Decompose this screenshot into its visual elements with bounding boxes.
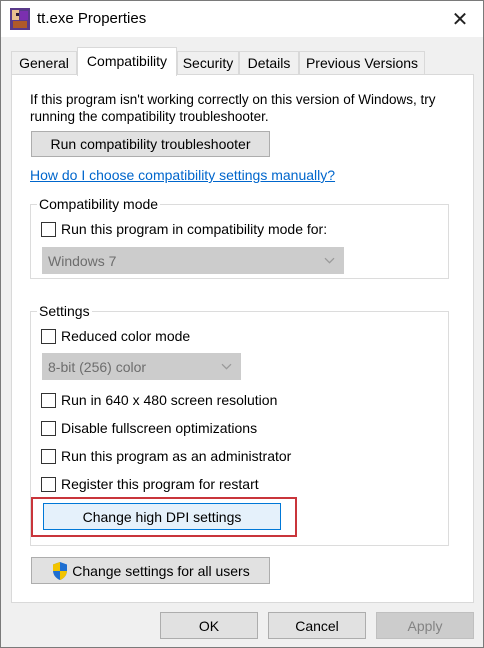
checkbox-label: Disable fullscreen optimizations — [61, 420, 258, 436]
button-label: OK — [198, 617, 220, 634]
tab-label: Details — [247, 55, 291, 71]
title-bar: tt.exe Properties ✕ — [1, 1, 483, 37]
intro-text: If this program isn't working correctly … — [30, 92, 436, 124]
change-dpi-button[interactable]: Change high DPI settings — [43, 503, 281, 530]
reduced-color-row[interactable]: Reduced color mode — [41, 328, 190, 344]
checkbox-label: Run this program as an administrator — [61, 448, 292, 464]
change-all-users-button[interactable]: Change settings for all users — [31, 557, 270, 584]
select-value: 8-bit (256) color — [48, 358, 147, 375]
resolution-640-row[interactable]: Run in 640 x 480 screen resolution — [41, 392, 277, 408]
compatibility-mode-group: Compatibility mode Run this program in c… — [30, 196, 449, 279]
manual-settings-link[interactable]: How do I choose compatibility settings m… — [30, 167, 335, 183]
select-value: Windows 7 — [48, 252, 117, 269]
compat-mode-checkbox-row[interactable]: Run this program in compatibility mode f… — [41, 221, 327, 237]
run-as-admin-checkbox[interactable] — [41, 448, 56, 464]
chevron-down-icon — [324, 257, 335, 264]
tab-general[interactable]: General — [11, 51, 77, 75]
chevron-down-icon — [221, 363, 232, 370]
button-label: Apply — [407, 617, 443, 634]
checkbox-label: Reduced color mode — [61, 328, 191, 344]
tab-label: Security — [182, 55, 234, 71]
register-restart-row[interactable]: Register this program for restart — [41, 476, 259, 492]
button-label: Cancel — [295, 617, 339, 634]
tab-label: Compatibility — [86, 53, 168, 69]
disable-fullscreen-row[interactable]: Disable fullscreen optimizations — [41, 420, 257, 436]
tab-label: Previous Versions — [305, 55, 419, 71]
group-label: Settings — [37, 303, 92, 319]
settings-group: Settings Reduced color mode 8-bit (256) … — [30, 303, 449, 546]
disable-fullscreen-checkbox[interactable] — [41, 420, 56, 436]
uac-shield-icon — [53, 561, 68, 580]
button-label: Change settings for all users — [72, 562, 250, 579]
checkbox-label: Run in 640 x 480 screen resolution — [61, 392, 278, 408]
compat-mode-checkbox[interactable] — [41, 221, 56, 237]
reduced-color-checkbox[interactable] — [41, 328, 56, 344]
group-label: Compatibility mode — [37, 196, 161, 212]
apply-button[interactable]: Apply — [376, 612, 474, 639]
tab-compatibility[interactable]: Compatibility — [77, 47, 177, 76]
resolution-640-checkbox[interactable] — [41, 392, 56, 408]
cancel-button[interactable]: Cancel — [268, 612, 366, 639]
properties-dialog: tt.exe Properties ✕ General Compatibilit… — [0, 0, 484, 648]
tab-label: General — [19, 55, 69, 71]
app-icon — [10, 8, 30, 30]
button-label: Change high DPI settings — [82, 508, 242, 525]
close-icon: ✕ — [451, 8, 469, 31]
run-as-admin-row[interactable]: Run this program as an administrator — [41, 448, 291, 464]
run-troubleshooter-button[interactable]: Run compatibility troubleshooter — [31, 131, 270, 157]
ok-button[interactable]: OK — [160, 612, 258, 639]
os-select[interactable]: Windows 7 — [42, 247, 344, 274]
tab-details[interactable]: Details — [239, 51, 299, 75]
button-label: Run compatibility troubleshooter — [50, 136, 251, 152]
close-button[interactable]: ✕ — [445, 5, 475, 33]
tab-security[interactable]: Security — [177, 51, 239, 75]
compatibility-panel: If this program isn't working correctly … — [11, 74, 474, 603]
checkbox-label: Register this program for restart — [61, 476, 259, 492]
register-restart-checkbox[interactable] — [41, 476, 56, 492]
checkbox-label: Run this program in compatibility mode f… — [61, 221, 328, 237]
color-mode-select[interactable]: 8-bit (256) color — [42, 353, 241, 380]
window-title: tt.exe Properties — [37, 10, 147, 27]
tab-previous-versions[interactable]: Previous Versions — [299, 51, 425, 75]
